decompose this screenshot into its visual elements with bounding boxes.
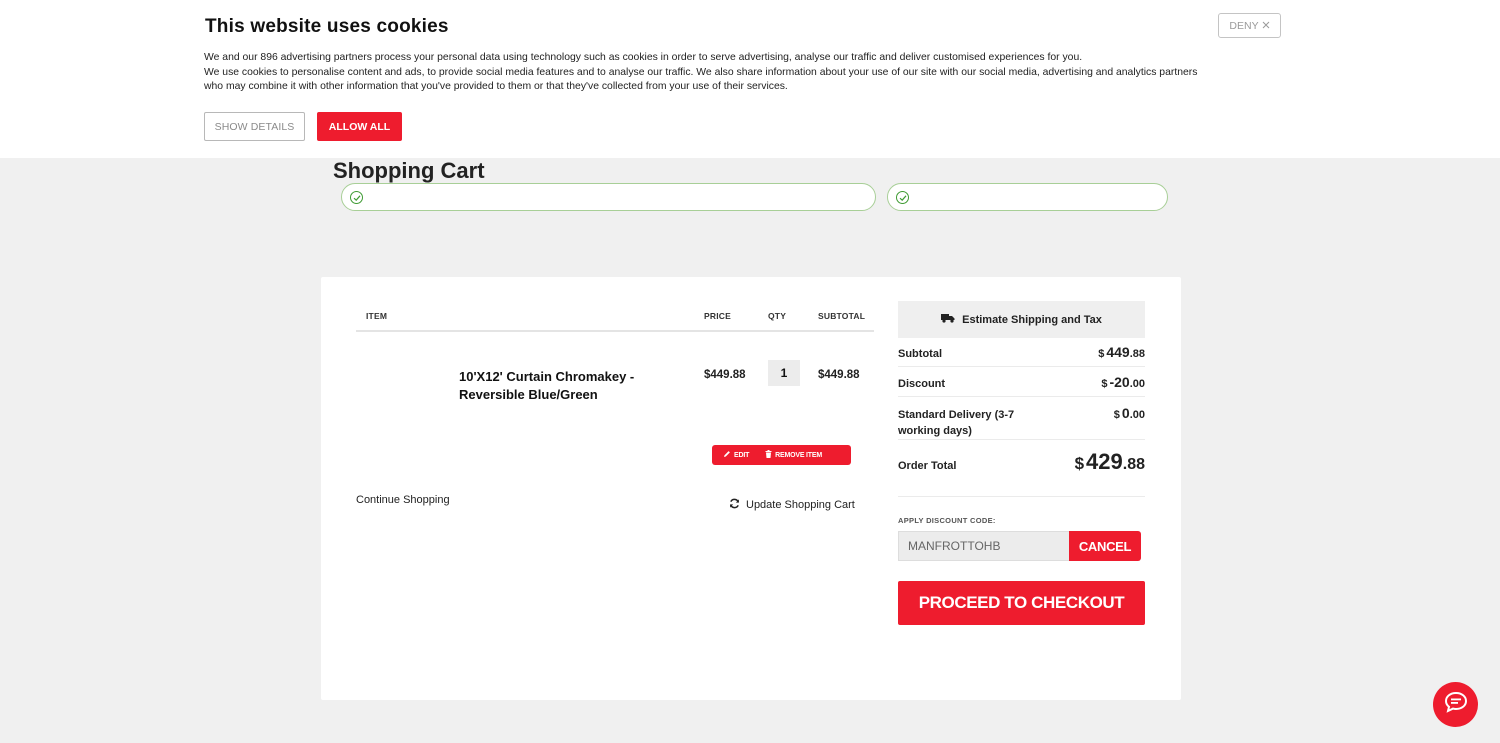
column-header-subtotal: SUBTOTAL [818, 311, 866, 321]
page-title: Shopping Cart [333, 158, 485, 183]
update-cart-label: Update Shopping Cart [746, 499, 855, 511]
summary-divider [898, 439, 1145, 440]
delivery-label: Standard Delivery (3-7 working days) [898, 407, 1014, 439]
truck-icon [941, 313, 955, 326]
amount-whole: -20 [1109, 374, 1130, 390]
amount-cents: .88 [1129, 348, 1145, 360]
edit-label: EDIT [734, 451, 750, 459]
check-icon [896, 191, 909, 204]
item-actions: EDIT REMOVE ITEM [712, 445, 851, 465]
discount-code-input[interactable] [898, 531, 1070, 561]
continue-shopping-link[interactable]: Continue Shopping [356, 494, 450, 506]
cookie-description: We and our 896 advertising partners proc… [204, 51, 1264, 95]
discount-value: $ -20.00 [1101, 374, 1145, 392]
delivery-label-line: working days) [898, 425, 972, 437]
proceed-to-checkout-button[interactable]: PROCEED TO CHECKOUT [898, 581, 1145, 625]
amount-cents: .00 [1129, 378, 1145, 390]
chat-button[interactable] [1433, 682, 1478, 727]
amount-whole: 429 [1086, 449, 1123, 474]
header-divider [356, 330, 874, 332]
deny-button[interactable]: DENY [1218, 13, 1281, 38]
item-name-line: 10'X12' Curtain Chromakey - [459, 369, 635, 384]
column-header-item: ITEM [366, 311, 388, 321]
remove-item-label: REMOVE ITEM [775, 451, 822, 459]
summary-divider [898, 366, 1145, 367]
subtotal-value: $449.88 [1098, 344, 1145, 362]
allow-all-button[interactable]: ALLOW ALL [317, 112, 402, 141]
checkout-step-1 [341, 183, 876, 211]
pencil-icon [723, 450, 731, 460]
cookie-banner: This website uses cookies We and our 896… [0, 0, 1500, 158]
amount-whole: 449 [1106, 344, 1130, 360]
update-cart-button[interactable]: Update Shopping Cart [729, 498, 855, 512]
cart-card [321, 277, 1181, 700]
amount-whole: 0 [1121, 405, 1130, 421]
currency-symbol: $ [1101, 378, 1108, 390]
trash-icon [765, 450, 772, 460]
delivery-label-line: Standard Delivery (3-7 [898, 409, 1015, 421]
cart-item-name[interactable]: 10'X12' Curtain Chromakey - Reversible B… [459, 368, 659, 404]
quantity-input[interactable]: 1 [768, 360, 800, 386]
cookie-text-line: We use cookies to personalise content an… [204, 66, 1198, 78]
amount-cents: .00 [1129, 409, 1145, 421]
discount-label: Discount [898, 378, 946, 390]
show-details-button[interactable]: SHOW DETAILS [204, 112, 305, 141]
cookie-text-line: We and our 896 advertising partners proc… [204, 52, 1083, 63]
cancel-discount-button[interactable]: CANCEL [1069, 531, 1141, 561]
cookie-text-line: who may combine it with other informatio… [204, 81, 788, 92]
currency-symbol: $ [1113, 409, 1120, 421]
summary-divider [898, 496, 1145, 497]
cart-item-subtotal: $449.88 [818, 369, 860, 381]
remove-item-button[interactable]: REMOVE ITEM [765, 450, 822, 460]
refresh-icon [729, 498, 740, 512]
cookie-title: This website uses cookies [205, 16, 449, 37]
currency-symbol: $ [1074, 454, 1085, 473]
edit-button[interactable]: EDIT [723, 450, 749, 460]
subtotal-label: Subtotal [898, 348, 942, 360]
deny-label: DENY [1229, 19, 1259, 32]
close-icon [1262, 20, 1270, 32]
delivery-value: $0.00 [1114, 405, 1145, 423]
discount-code-label: APPLY DISCOUNT CODE: [898, 516, 996, 525]
summary-divider [898, 396, 1145, 397]
checkout-step-2 [887, 183, 1168, 211]
check-icon [350, 191, 363, 204]
column-header-qty: QTY [768, 311, 787, 321]
order-total-value: $429.88 [1075, 449, 1145, 475]
cart-item-price: $449.88 [704, 369, 746, 381]
currency-symbol: $ [1098, 348, 1105, 360]
chat-icon [1444, 691, 1468, 718]
estimate-shipping-label: Estimate Shipping and Tax [962, 313, 1102, 326]
item-name-line: Reversible Blue/Green [459, 387, 598, 402]
column-header-price: PRICE [704, 311, 731, 321]
estimate-shipping-button[interactable]: Estimate Shipping and Tax [898, 301, 1145, 338]
amount-cents: .88 [1122, 456, 1145, 473]
order-total-label: Order Total [898, 460, 957, 472]
